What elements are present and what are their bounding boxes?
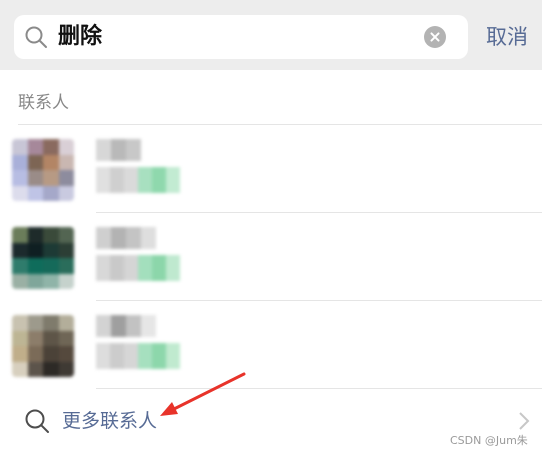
contact-row[interactable] xyxy=(0,301,542,389)
search-icon xyxy=(25,409,49,433)
search-box[interactable]: 删除 xyxy=(14,15,468,59)
search-icon xyxy=(25,26,47,48)
avatar xyxy=(12,315,74,377)
avatar xyxy=(12,227,74,289)
search-results: 联系人 更多联系人 xyxy=(0,70,542,454)
contact-name-redacted xyxy=(96,227,156,249)
clear-icon[interactable] xyxy=(424,26,446,48)
contact-row[interactable] xyxy=(0,213,542,301)
contact-detail-redacted xyxy=(96,167,194,193)
contact-name-redacted xyxy=(96,315,156,337)
divider xyxy=(96,388,542,389)
more-contacts-label: 更多联系人 xyxy=(62,410,158,432)
avatar xyxy=(12,139,74,201)
contact-detail-redacted xyxy=(96,255,194,281)
watermark: CSDN @Jum朱 xyxy=(450,434,528,447)
contact-detail-redacted xyxy=(96,343,194,369)
section-header-contacts: 联系人 xyxy=(18,93,69,113)
chevron-right-icon xyxy=(519,412,530,430)
search-bar: 删除 取消 xyxy=(0,0,542,70)
search-input[interactable]: 删除 xyxy=(58,22,102,52)
contact-row[interactable] xyxy=(0,125,542,213)
contact-name-redacted xyxy=(96,139,156,161)
cancel-button[interactable]: 取消 xyxy=(486,22,528,52)
